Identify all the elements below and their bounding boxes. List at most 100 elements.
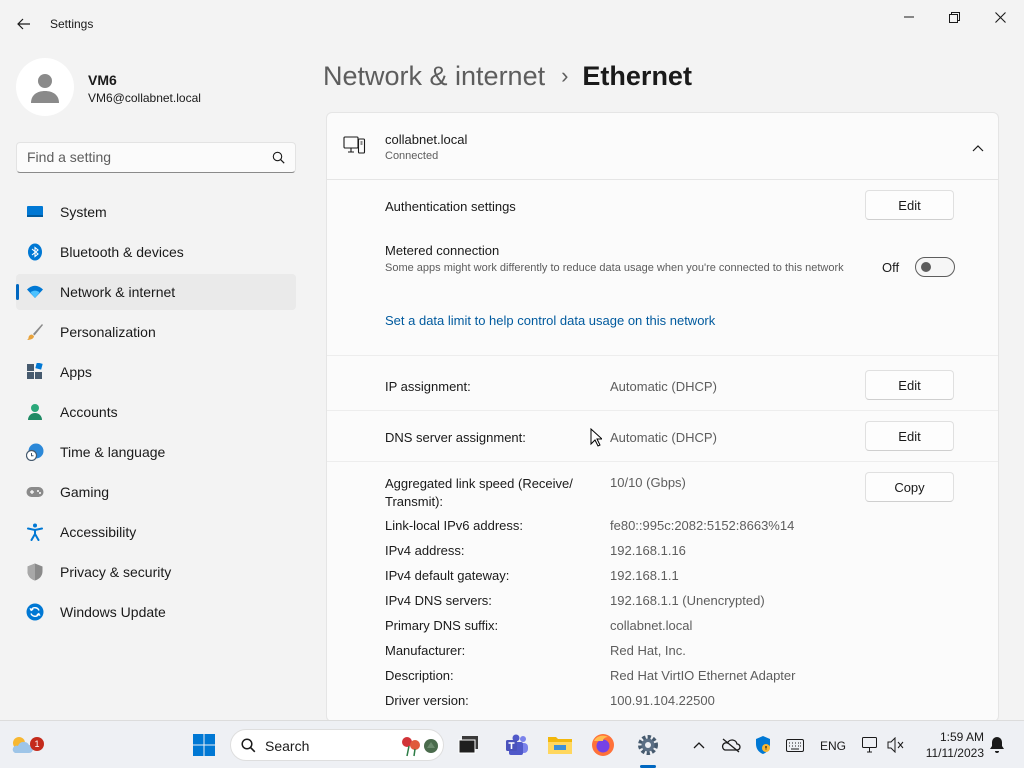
page-title: Ethernet	[582, 60, 692, 91]
windows-logo-icon	[193, 734, 215, 756]
authentication-edit-button[interactable]: Edit	[865, 190, 954, 220]
property-value: collabnet.local	[610, 618, 693, 633]
sidebar-item-privacy-security[interactable]: Privacy & security	[16, 554, 296, 590]
chevron-up-icon	[693, 742, 705, 749]
property-label: Link-local IPv6 address:	[385, 518, 524, 533]
metered-connection-toggle[interactable]	[915, 257, 955, 277]
sidebar-item-label: Apps	[60, 364, 92, 380]
find-setting-search[interactable]	[16, 142, 296, 173]
sidebar-item-personalization[interactable]: Personalization	[16, 314, 296, 350]
sidebar-item-bluetooth[interactable]: Bluetooth & devices	[16, 234, 296, 270]
task-view-button[interactable]	[455, 731, 483, 759]
section-divider	[327, 410, 998, 411]
breadcrumb-separator: ›	[561, 63, 569, 88]
ip-edit-button[interactable]: Edit	[865, 370, 954, 400]
toggle-knob	[921, 262, 931, 272]
speaker-muted-icon	[887, 737, 904, 753]
input-language[interactable]: ENG	[820, 739, 846, 753]
volume-tray-button[interactable]	[882, 731, 910, 759]
authentication-settings-label: Authentication settings	[385, 199, 516, 214]
breadcrumb: Network & internet › Ethernet	[323, 58, 692, 94]
gear-icon	[638, 735, 658, 755]
taskbar-search[interactable]: Search	[230, 729, 444, 761]
minimize-icon	[904, 16, 914, 18]
sidebar-item-network[interactable]: Network & internet	[16, 274, 296, 310]
clock[interactable]: 1:59 AM 11/11/2023	[926, 729, 984, 761]
globe-clock-icon	[26, 443, 44, 461]
ethernet-pc-icon	[343, 136, 366, 154]
gamepad-icon	[26, 487, 44, 497]
property-value: 10/10 (Gbps)	[610, 475, 686, 490]
avatar	[16, 58, 74, 116]
security-tray-button[interactable]	[749, 731, 777, 759]
back-button[interactable]	[10, 10, 38, 38]
sidebar-item-accounts[interactable]: Accounts	[16, 394, 296, 430]
sidebar-nav: System Bluetooth & devices Network & int…	[16, 194, 296, 634]
connection-status: Connected	[385, 150, 439, 162]
teams-button[interactable]	[503, 731, 531, 759]
settings-taskbar-button[interactable]	[634, 731, 662, 759]
sidebar-item-label: Network & internet	[60, 284, 176, 300]
show-hidden-icons-button[interactable]	[685, 731, 713, 759]
search-icon	[241, 738, 256, 753]
metered-connection-description: Some apps might work differently to redu…	[385, 262, 844, 274]
start-button[interactable]	[190, 731, 218, 759]
property-value: Red Hat VirtIO Ethernet Adapter	[610, 668, 796, 683]
notifications-button[interactable]	[983, 731, 1011, 759]
sidebar-item-accessibility[interactable]: Accessibility	[16, 514, 296, 550]
property-value: 192.168.1.1 (Unencrypted)	[610, 593, 765, 608]
search-input[interactable]	[27, 149, 257, 165]
property-label: Manufacturer:	[385, 643, 466, 658]
sidebar-item-apps[interactable]: Apps	[16, 354, 296, 390]
section-divider	[327, 355, 998, 356]
onedrive-tray-button[interactable]	[717, 731, 745, 759]
sidebar-item-label: Accessibility	[60, 524, 137, 540]
collapse-button[interactable]	[972, 139, 984, 157]
bell-icon	[990, 737, 1004, 753]
back-arrow-icon	[17, 18, 30, 30]
connection-name: collabnet.local	[385, 132, 468, 147]
keyboard-icon	[786, 738, 804, 752]
shield-icon	[27, 563, 43, 581]
apps-icon	[27, 363, 43, 379]
close-icon	[994, 11, 1006, 23]
search-icon[interactable]	[272, 151, 285, 169]
network-icon	[27, 285, 43, 298]
app-title: Settings	[50, 17, 94, 31]
maximize-button[interactable]	[932, 4, 976, 30]
ethernet-tray-icon	[862, 737, 877, 753]
update-icon	[26, 603, 44, 621]
data-limit-link[interactable]: Set a data limit to help control data us…	[385, 313, 715, 328]
title-bar: Settings	[0, 0, 1024, 48]
sidebar-item-label: Windows Update	[60, 604, 166, 620]
person-icon	[28, 404, 42, 420]
copy-properties-button[interactable]: Copy	[865, 472, 954, 502]
connection-header[interactable]: collabnet.local Connected	[327, 113, 998, 180]
minimize-button[interactable]	[887, 4, 931, 30]
clock-time: 1:59 AM	[939, 730, 984, 744]
touch-keyboard-button[interactable]	[781, 731, 809, 759]
defender-shield-icon	[756, 736, 770, 754]
dns-edit-button[interactable]: Edit	[865, 421, 954, 451]
bluetooth-icon	[28, 243, 42, 261]
sidebar-item-time-language[interactable]: Time & language	[16, 434, 296, 470]
sidebar-item-label: Gaming	[60, 484, 110, 500]
property-label: Aggregated link speed (Receive/ Transmit…	[385, 476, 573, 509]
firefox-icon	[592, 734, 614, 756]
property-label: IPv4 default gateway:	[385, 568, 510, 583]
sidebar-item-gaming[interactable]: Gaming	[16, 474, 296, 510]
file-explorer-button[interactable]	[546, 731, 574, 759]
system-icon	[27, 206, 43, 217]
breadcrumb-parent[interactable]: Network & internet	[323, 61, 545, 92]
brush-icon	[27, 324, 43, 340]
widgets-button[interactable]: 1	[8, 731, 44, 759]
ip-assignment-value: Automatic (DHCP)	[610, 379, 717, 394]
property-label: Description:	[385, 668, 454, 683]
firefox-button[interactable]	[589, 731, 617, 759]
sidebar-item-windows-update[interactable]: Windows Update	[16, 594, 296, 630]
property-label: Driver version:	[385, 693, 469, 708]
teams-icon	[506, 734, 528, 755]
sidebar-item-system[interactable]: System	[16, 194, 296, 230]
user-profile[interactable]: VM6 VM6@collabnet.local	[16, 58, 296, 118]
close-button[interactable]	[978, 4, 1022, 30]
